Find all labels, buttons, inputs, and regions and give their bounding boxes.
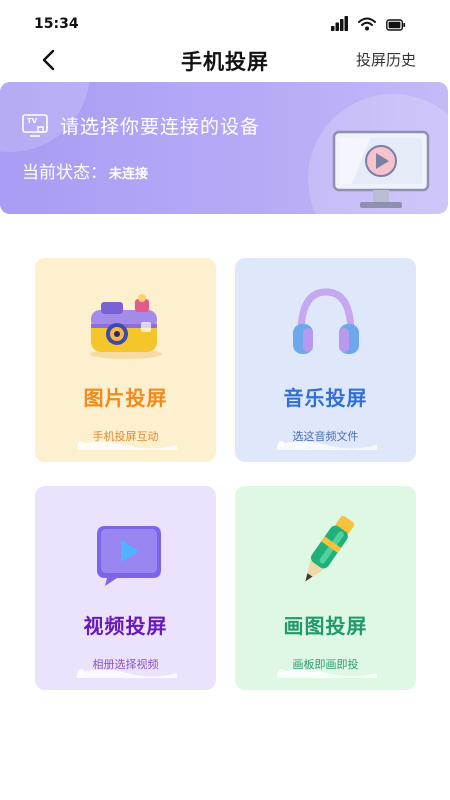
video-cast-card[interactable]: 视频投屏 相册选择视频 [35,486,216,690]
photo-cast-card[interactable]: 图片投屏 手机投屏互动 [35,258,216,462]
status-icons [331,16,406,35]
status-time: 15:34 [34,16,79,32]
music-cast-subtitle: 选这音频文件 [292,430,359,443]
draw-cast-card[interactable]: 画图投屏 画板即画即投 [235,486,416,690]
status-bar: 15:34 [0,0,450,44]
banner-heading: 请选择你要连接的设备 [60,116,261,138]
music-cast-card[interactable]: 音乐投屏 选这音频文件 [235,258,416,462]
tv-badge-text: TV [27,116,38,125]
connect-device-banner[interactable]: TV 请选择你要连接的设备 当前状态： 未连接 [0,82,448,214]
headphones-icon [235,284,416,364]
draw-cast-title: 画图投屏 [283,614,368,638]
monitor-play-icon [330,130,434,214]
video-cast-title: 视频投屏 [83,614,168,638]
draw-cast-subtitle: 画板即画即投 [292,658,359,671]
connection-status-value: 未连接 [109,167,149,182]
video-play-icon [35,512,216,592]
pen-icon [235,512,416,592]
video-cast-subtitle: 相册选择视频 [92,658,159,671]
connection-status: 当前状态： 未连接 [22,158,148,183]
signal-icon [331,16,348,35]
cast-history-link[interactable]: 投屏历史 [356,49,416,70]
nav-bar: 手机投屏 投屏历史 [0,40,450,80]
tv-icon: TV [22,113,50,138]
camera-icon [35,284,216,364]
photo-cast-title: 图片投屏 [83,386,168,410]
banner-heading-row: TV 请选择你要连接的设备 [22,112,260,139]
screen: 15:34 手机投屏 投屏历史 TV 请选择你要连接的设备 当前状态： 未连接 … [0,0,450,800]
music-cast-title: 音乐投屏 [283,386,368,410]
connection-status-label: 当前状态： [22,163,107,183]
wifi-icon [358,16,376,35]
photo-cast-subtitle: 手机投屏互动 [92,430,159,443]
battery-icon [386,16,406,35]
